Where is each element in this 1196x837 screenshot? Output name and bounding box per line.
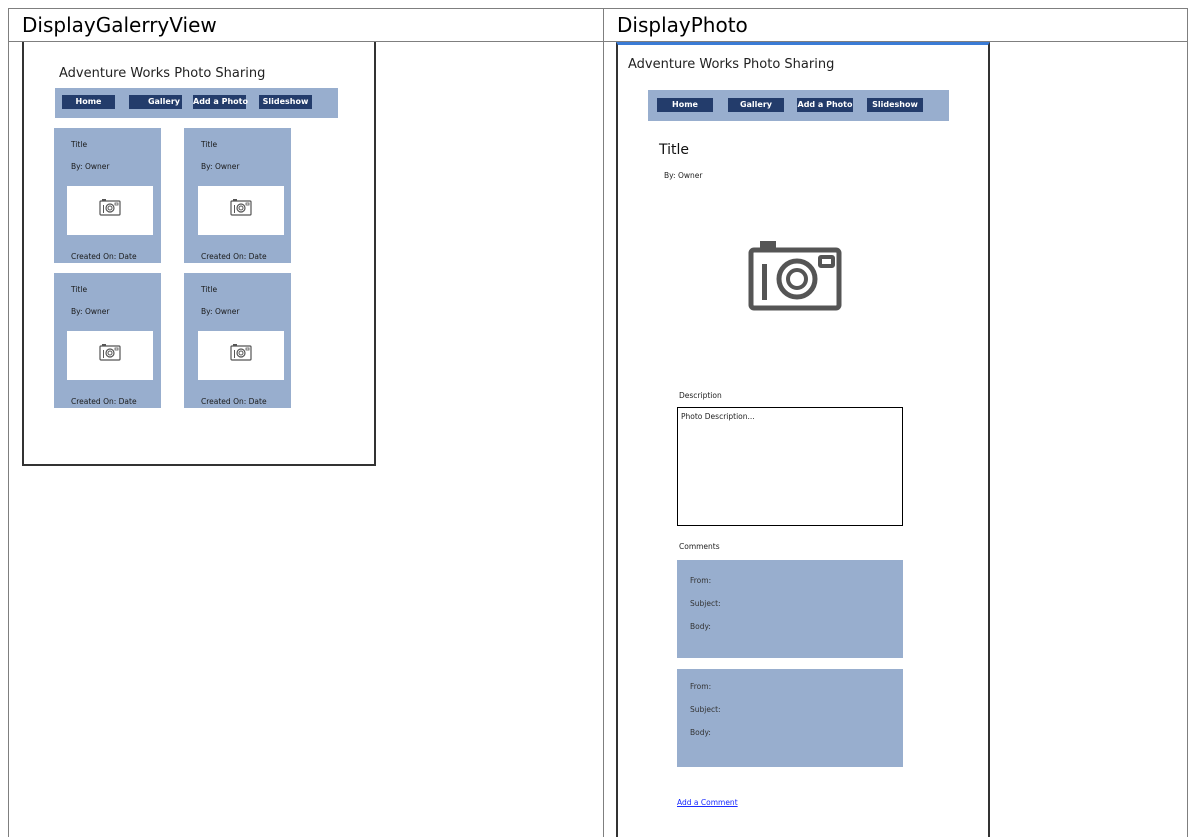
- nav-bar: Home Gallery Add a Photo Slideshow: [55, 88, 338, 118]
- camera-icon: [99, 344, 121, 361]
- photo-title: Title: [659, 142, 690, 158]
- card-owner: By: Owner: [201, 307, 240, 316]
- card-thumbnail: [67, 331, 153, 380]
- nav-slideshow-button[interactable]: Slideshow: [867, 98, 923, 112]
- card-created: Created On: Date: [71, 252, 137, 261]
- card-title: Title: [201, 140, 218, 149]
- nav-gallery-button[interactable]: Gallery: [129, 95, 182, 109]
- card-owner: By: Owner: [71, 307, 110, 316]
- gallery-card[interactable]: Title By: Owner Created On: Date: [184, 273, 291, 408]
- comment-body: Body:: [690, 622, 711, 631]
- card-thumbnail: [198, 331, 284, 380]
- gallery-card[interactable]: Title By: Owner Created On: Date: [54, 273, 161, 408]
- nav-home-button[interactable]: Home: [657, 98, 713, 112]
- gallery-card[interactable]: Title By: Owner Created On: Date: [54, 128, 161, 263]
- description-label: Description: [679, 391, 722, 400]
- card-title: Title: [71, 140, 88, 149]
- comment-subject: Subject:: [690, 599, 721, 608]
- comment-card: From: Subject: Body:: [677, 560, 903, 658]
- card-created: Created On: Date: [201, 252, 267, 261]
- description-placeholder: Photo Description...: [681, 412, 755, 421]
- card-thumbnail: [198, 186, 284, 235]
- table-border-top: [8, 8, 1188, 9]
- table-border-left: [8, 8, 9, 837]
- comment-from: From:: [690, 682, 712, 691]
- card-owner: By: Owner: [201, 162, 240, 171]
- nav-slideshow-button[interactable]: Slideshow: [259, 95, 312, 109]
- card-title: Title: [201, 285, 218, 294]
- nav-add-photo-button[interactable]: Add a Photo: [193, 95, 248, 109]
- camera-icon: [230, 344, 252, 361]
- photo-view-window: Adventure Works Photo Sharing Home Galle…: [616, 42, 990, 837]
- card-created: Created On: Date: [201, 397, 267, 406]
- nav-gallery-button[interactable]: Gallery: [728, 98, 784, 112]
- app-title: Adventure Works Photo Sharing: [59, 66, 266, 81]
- description-textarea[interactable]: Photo Description...: [677, 407, 903, 526]
- nav-bar: Home Gallery Add a Photo Slideshow: [648, 90, 949, 121]
- card-title: Title: [71, 285, 88, 294]
- comment-body: Body:: [690, 728, 711, 737]
- table-border-right: [1187, 8, 1188, 837]
- photo-owner: By: Owner: [664, 171, 703, 180]
- card-created: Created On: Date: [71, 397, 137, 406]
- comments-label: Comments: [679, 542, 720, 551]
- gallery-view-window: Adventure Works Photo Sharing Home Galle…: [22, 42, 376, 466]
- gallery-card[interactable]: Title By: Owner Created On: Date: [184, 128, 291, 263]
- comment-subject: Subject:: [690, 705, 721, 714]
- card-owner: By: Owner: [71, 162, 110, 171]
- comment-card: From: Subject: Body:: [677, 669, 903, 767]
- camera-icon: [230, 199, 252, 216]
- table-column-divider: [603, 8, 604, 837]
- add-comment-link[interactable]: Add a Comment: [677, 798, 738, 807]
- comment-from: From:: [690, 576, 712, 585]
- nav-add-photo-button[interactable]: Add a Photo: [797, 98, 853, 112]
- nav-home-button[interactable]: Home: [62, 95, 115, 109]
- camera-icon: [748, 241, 842, 311]
- camera-icon: [99, 199, 121, 216]
- app-title: Adventure Works Photo Sharing: [628, 57, 835, 72]
- card-thumbnail: [67, 186, 153, 235]
- column-heading-gallery: DisplayGalerryView: [22, 13, 217, 37]
- column-heading-photo: DisplayPhoto: [617, 13, 748, 37]
